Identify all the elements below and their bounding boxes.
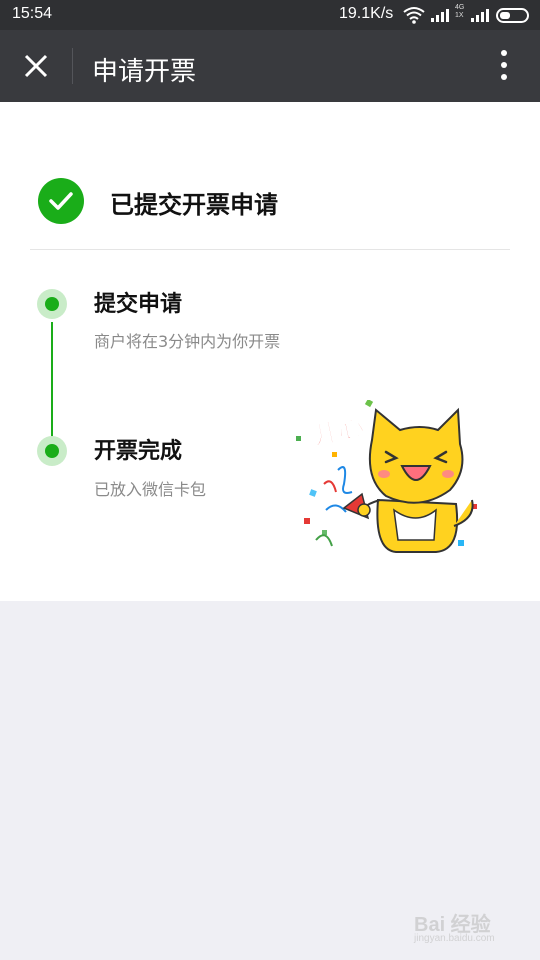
timeline-dot [37,436,67,466]
network-speed: 19.1K/s [339,5,394,22]
step-title: 提交申请 [94,292,183,317]
timeline-dot [37,289,67,319]
happy-cat-sticker: 开心 [296,400,477,553]
timeline-line [51,322,53,450]
navbar: 申请开票 [0,30,540,102]
watermark-subtext: jingyan.baidu.com [414,933,495,944]
content-card: 已提交开票申请 提交申请 商户将在3分钟内为你开票 开票完成 已放入微信卡包 开… [0,102,540,601]
watermark: Bai 经验 jingyan.baidu.com [414,900,534,950]
more-vertical-icon[interactable] [494,50,514,84]
signal-icon [431,9,449,22]
battery-icon [496,8,529,23]
signal-type-label: 4G 1X [455,4,465,19]
step-description: 已放入微信卡包 [94,480,207,499]
navbar-divider [72,48,73,84]
sticker-text: 开心 [310,411,367,451]
check-circle-icon [38,178,84,224]
status-bar: 15:54 19.1K/s 4G 1X [0,0,540,30]
wifi-icon [403,7,425,24]
close-icon[interactable] [22,52,50,80]
divider [30,249,510,250]
page-title: 申请开票 [92,57,197,87]
status-time: 15:54 [12,5,53,22]
step-description: 商户将在3分钟内为你开票 [94,332,281,351]
step-title: 开票完成 [94,439,183,464]
result-text: 已提交开票申请 [110,191,278,219]
signal-icon [471,9,489,22]
